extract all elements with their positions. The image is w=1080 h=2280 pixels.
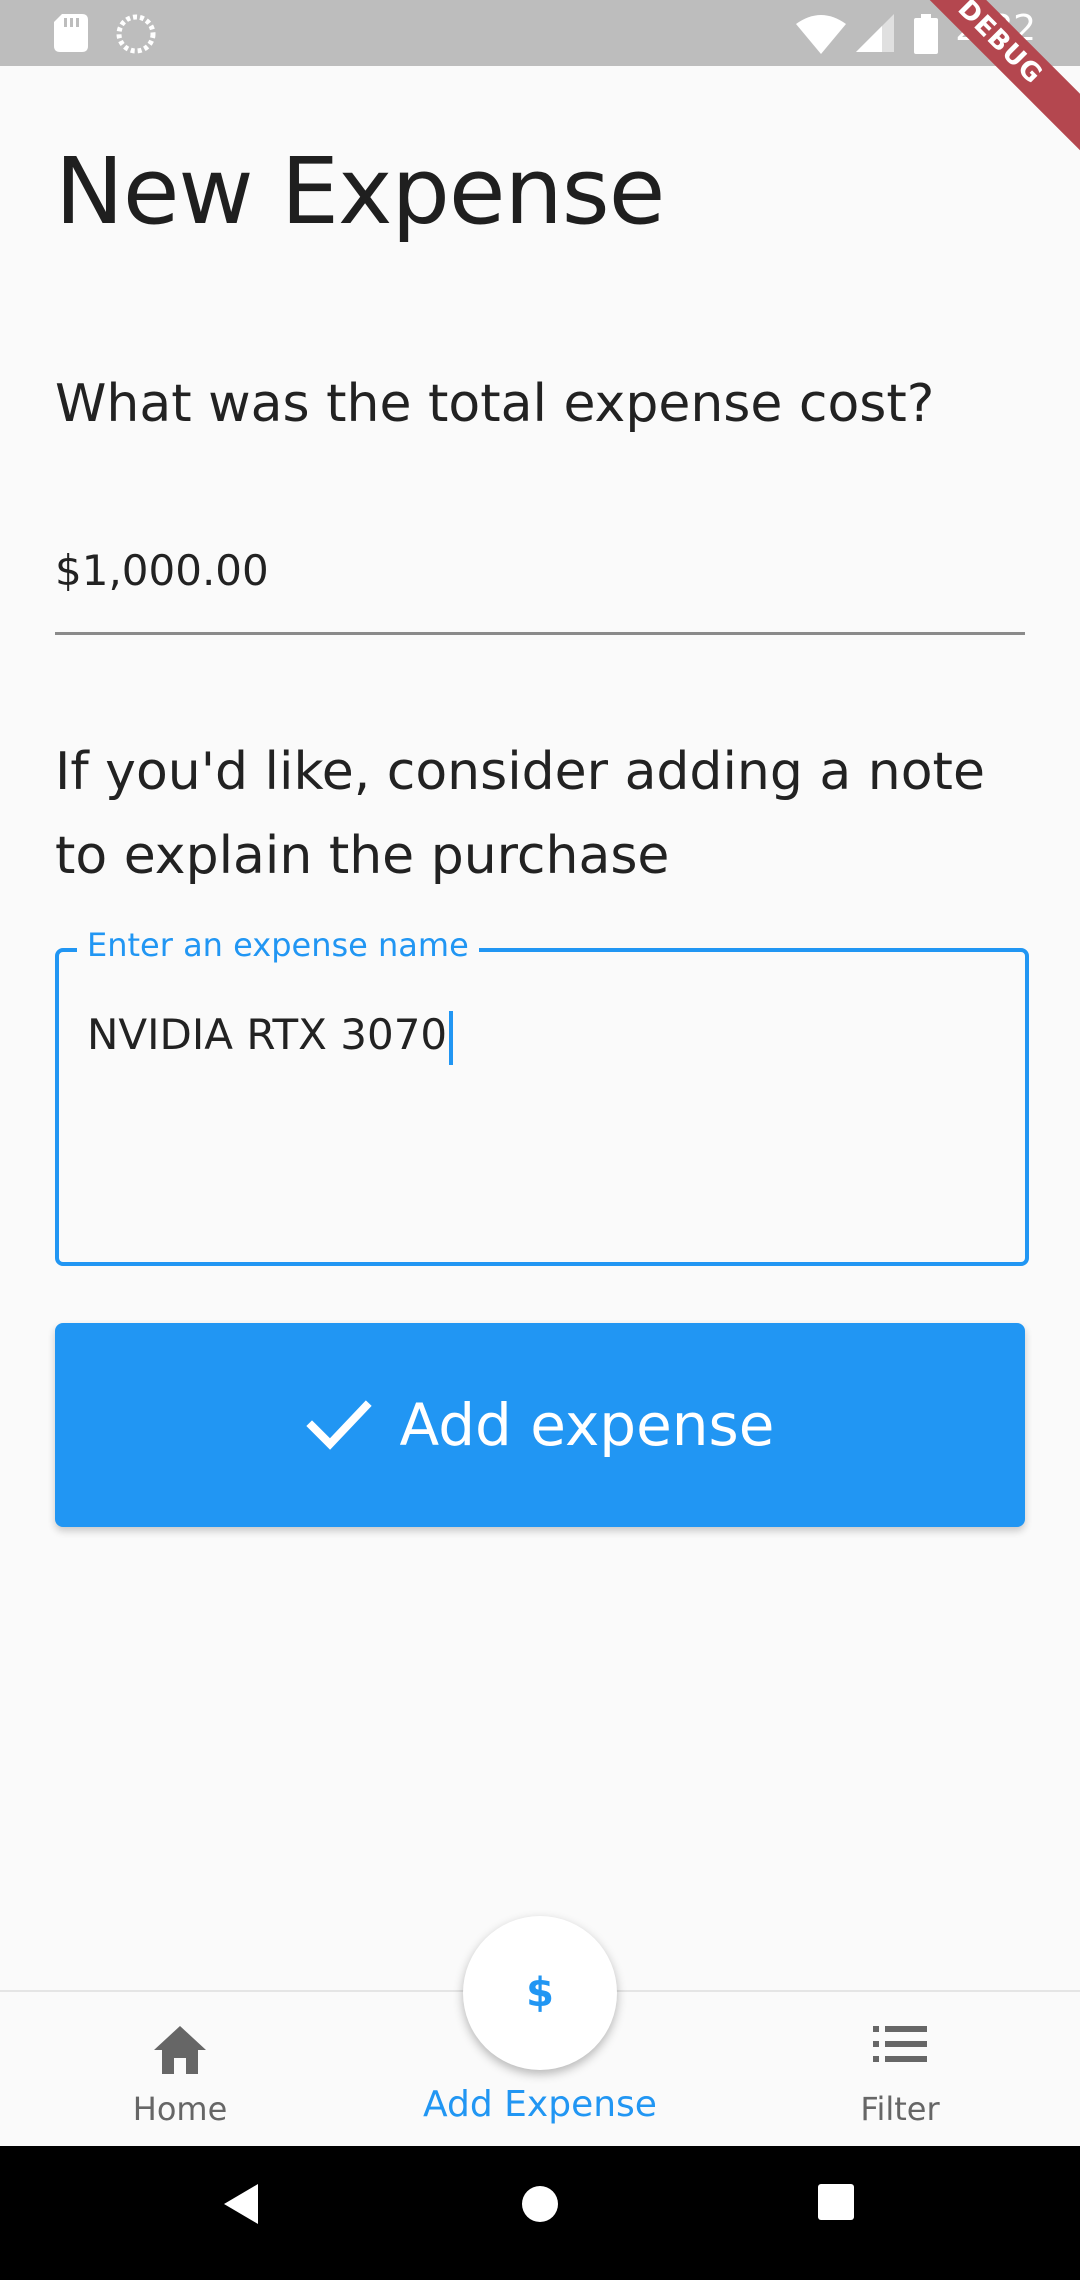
- check-icon: [305, 1392, 372, 1458]
- home-button-icon[interactable]: [520, 2184, 560, 2228]
- add-expense-button[interactable]: Add expense: [55, 1323, 1025, 1527]
- nav-label-add-expense: Add Expense: [423, 2084, 657, 2125]
- signal-icon: [856, 14, 894, 56]
- text-caret: [449, 1010, 454, 1065]
- debug-banner: DEBUG: [879, 0, 1080, 163]
- sync-icon: [116, 14, 156, 58]
- nav-item-filter[interactable]: Filter: [750, 1992, 1050, 2148]
- status-bar: 2:32 DEBUG: [0, 0, 1080, 163]
- sd-card-icon: [54, 14, 88, 56]
- nav-label-home: Home: [132, 2090, 228, 2128]
- expense-name-label: Enter an expense name: [77, 926, 479, 964]
- page-title: New Expense: [55, 138, 665, 245]
- expense-name-value: NVIDIA RTX 3070: [87, 1010, 454, 1065]
- home-icon: [152, 2024, 208, 2080]
- note-prompt-label: If you'd like, consider adding a note to…: [55, 742, 985, 886]
- recents-icon[interactable]: [818, 2184, 854, 2224]
- expense-name-text: NVIDIA RTX 3070: [87, 1010, 448, 1059]
- nav-label-filter: Filter: [860, 2090, 940, 2128]
- add-expense-fab[interactable]: $: [463, 1916, 617, 2070]
- expense-name-input[interactable]: Enter an expense name NVIDIA RTX 3070: [55, 926, 1029, 1266]
- list-icon: [873, 2024, 927, 2068]
- android-nav-bar: [0, 2146, 1080, 2280]
- wifi-icon: [796, 14, 846, 58]
- battery-icon: [914, 14, 938, 58]
- nav-item-home[interactable]: Home: [30, 1992, 330, 2148]
- dollar-icon: $: [526, 1970, 554, 2016]
- cost-input[interactable]: $1,000.00: [55, 540, 1025, 635]
- cost-question-label: What was the total expense cost?: [55, 374, 935, 434]
- back-icon[interactable]: [224, 2184, 258, 2228]
- cost-input-value: $1,000.00: [55, 546, 269, 595]
- add-expense-button-label: Add expense: [399, 1391, 775, 1459]
- screen: 2:32 DEBUG New Expense What was the tota…: [0, 0, 1080, 2280]
